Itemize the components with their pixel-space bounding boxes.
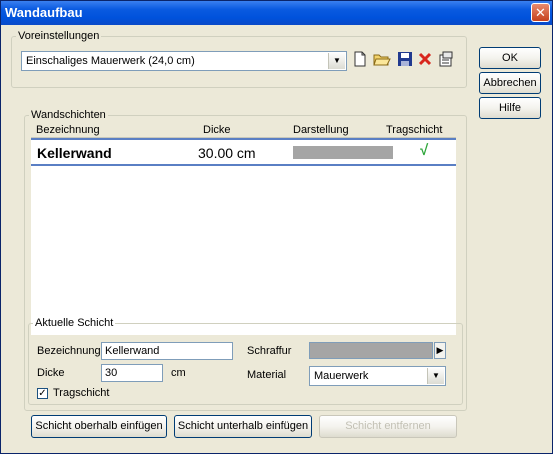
name-label: Bezeichnung (37, 345, 101, 357)
material-select-value: Mauerwerk (314, 370, 369, 382)
chevron-right-icon: ▶ (436, 345, 444, 355)
ok-button[interactable]: OK (479, 47, 541, 69)
material-label: Material (247, 369, 287, 381)
presets-legend: Voreinstellungen (18, 30, 100, 42)
unit-label: cm (171, 367, 186, 379)
window-title: Wandaufbau (5, 5, 83, 20)
dialog-window: Wandaufbau ✕ Voreinstellungen Einschalig… (0, 0, 553, 454)
close-icon: ✕ (535, 5, 546, 20)
checkmark-icon: √ (420, 142, 429, 159)
title-bar[interactable]: Wandaufbau ✕ (1, 1, 552, 25)
insert-above-button[interactable]: Schicht oberhalb einfügen (31, 415, 167, 438)
column-header-load-bearing[interactable]: Tragschicht (386, 124, 442, 136)
help-button[interactable]: Hilfe (479, 97, 541, 119)
hatch-picker-button[interactable]: ▶ (434, 342, 446, 359)
layer-display-swatch (293, 146, 393, 159)
chevron-down-icon[interactable]: ▼ (427, 368, 444, 384)
remove-layer-button[interactable]: Schicht entfernen (319, 415, 457, 438)
layers-list[interactable]: Kellerwand 30.00 cm √ (31, 137, 456, 335)
layer-name-cell: Kellerwand (37, 145, 112, 161)
column-header-name[interactable]: Bezeichnung (36, 124, 100, 136)
open-preset-button[interactable] (373, 51, 391, 69)
preset-properties-button[interactable] (437, 51, 455, 69)
layer-thickness-cell: 30.00 cm (198, 145, 256, 161)
save-icon (398, 52, 412, 66)
load-bearing-checkbox[interactable]: ✓ (37, 388, 48, 399)
dialog-content: Voreinstellungen Einschaliges Mauerwerk … (1, 25, 552, 453)
hatch-preview[interactable] (309, 342, 433, 359)
cancel-button[interactable]: Abbrechen (479, 72, 541, 94)
new-preset-button[interactable] (351, 51, 369, 69)
insert-below-button[interactable]: Schicht unterhalb einfügen (174, 415, 312, 438)
close-button[interactable]: ✕ (531, 3, 550, 22)
properties-icon (439, 51, 453, 67)
thickness-label: Dicke (37, 367, 65, 379)
column-header-thickness[interactable]: Dicke (203, 124, 231, 136)
preset-select[interactable]: Einschaliges Mauerwerk (24,0 cm) ▼ (21, 51, 347, 71)
new-file-icon (354, 51, 366, 67)
material-select[interactable]: Mauerwerk ▼ (309, 366, 446, 386)
layer-thickness-input[interactable]: 30 (101, 364, 163, 382)
delete-preset-button[interactable] (416, 51, 434, 69)
layer-thickness-input-value: 30 (105, 367, 118, 379)
layers-legend: Wandschichten (31, 109, 106, 121)
preset-select-value: Einschaliges Mauerwerk (24,0 cm) (26, 55, 195, 67)
load-bearing-label: Tragschicht (53, 387, 110, 399)
hatch-label: Schraffur (247, 345, 292, 357)
current-layer-legend: Aktuelle Schicht (35, 317, 114, 329)
layer-name-input[interactable]: Kellerwand (101, 342, 233, 360)
table-row[interactable]: Kellerwand 30.00 cm √ (31, 138, 456, 166)
chevron-down-icon[interactable]: ▼ (328, 53, 345, 69)
delete-icon (418, 52, 432, 66)
layer-name-input-value: Kellerwand (105, 345, 160, 357)
column-header-display[interactable]: Darstellung (293, 124, 349, 136)
folder-open-icon (373, 54, 391, 66)
save-preset-button[interactable] (396, 51, 414, 69)
